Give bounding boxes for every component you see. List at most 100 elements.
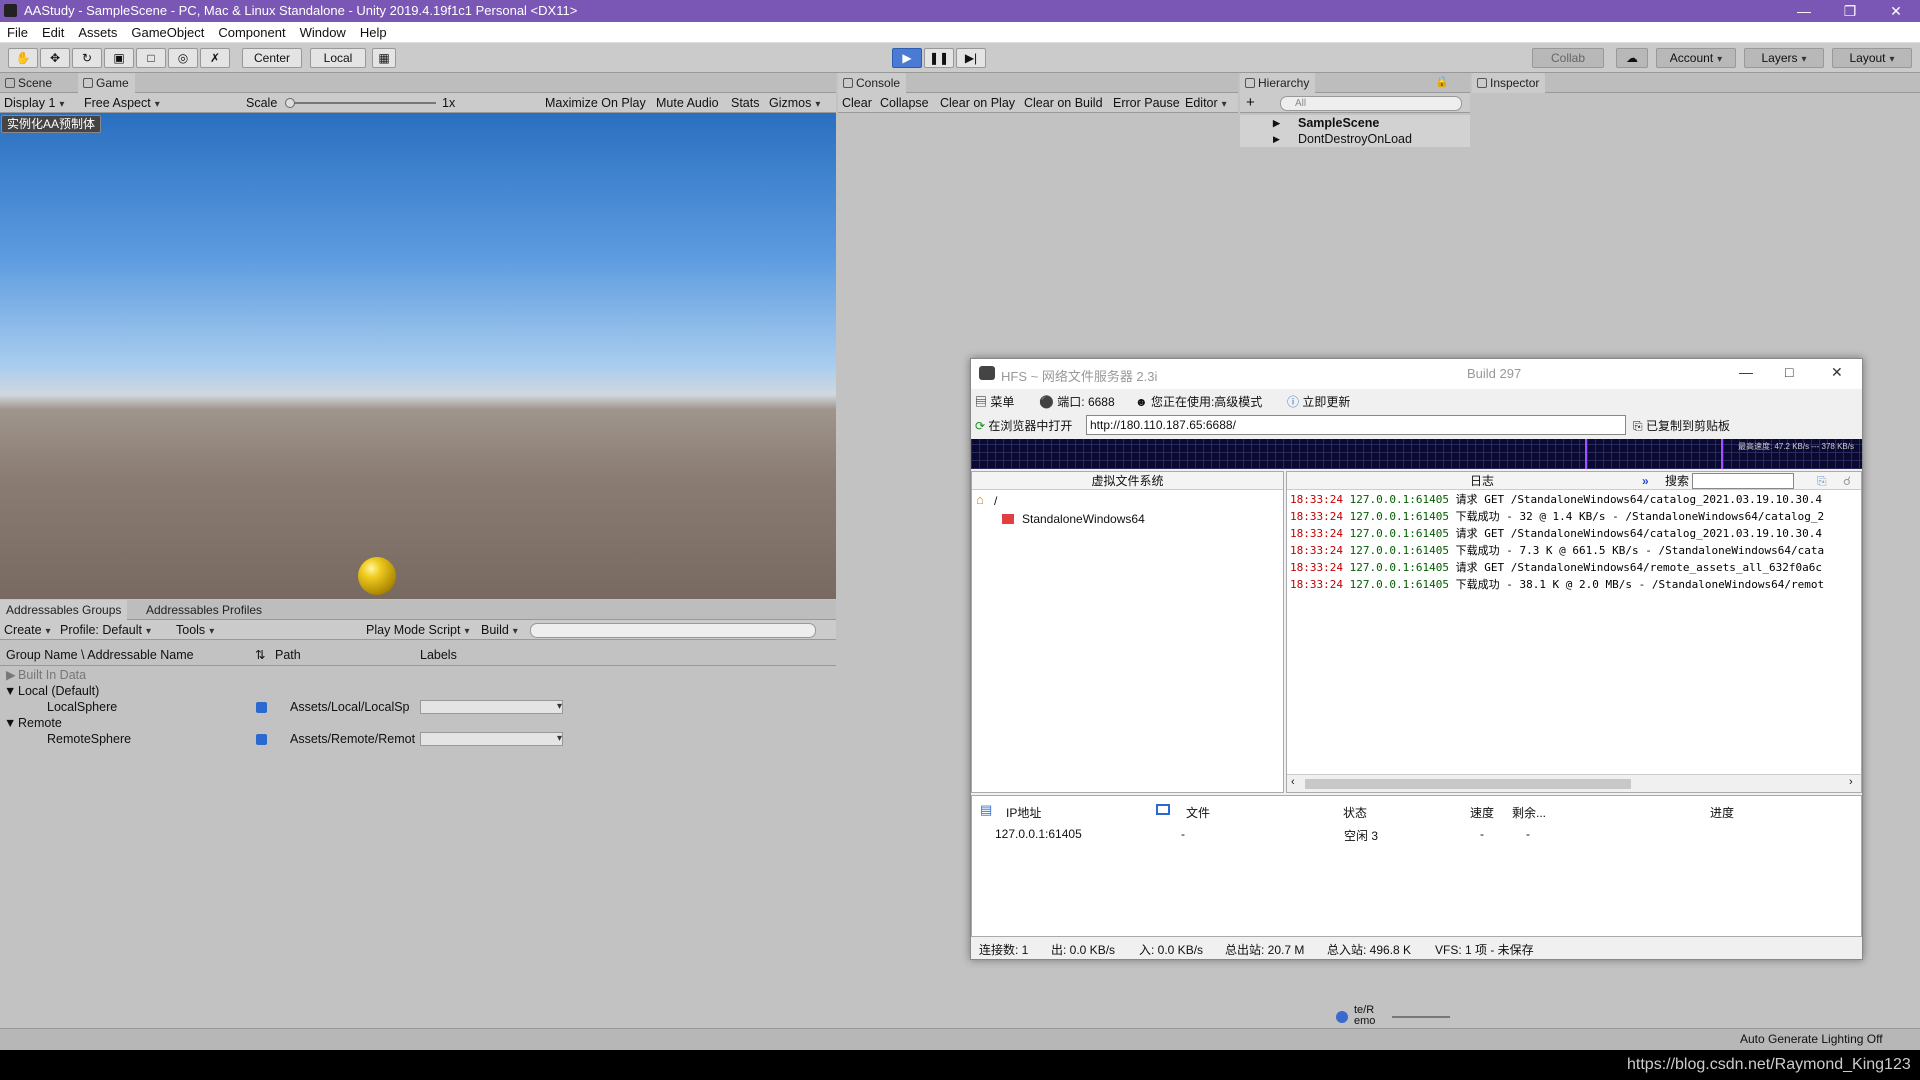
account-dropdown[interactable]: Account xyxy=(1656,48,1736,68)
profile-dropdown[interactable]: Profile: Default xyxy=(60,620,151,640)
table-row[interactable]: ▼ Local (Default) xyxy=(0,683,836,699)
rect-tool-icon[interactable]: □ xyxy=(136,48,166,68)
col-name-header[interactable]: Group Name \ Addressable Name xyxy=(6,644,194,666)
hfs-update-button[interactable]: ⓘ 立即更新 xyxy=(1287,393,1350,411)
hfs-port-button[interactable]: ⚫ 端口: 6688 xyxy=(1039,393,1115,411)
stats-toggle[interactable]: Stats xyxy=(731,93,760,113)
bottom-slider[interactable] xyxy=(1392,1016,1450,1018)
conn-ip[interactable]: 127.0.0.1:61405 xyxy=(995,827,1082,841)
vfs-folder[interactable]: StandaloneWindows64 xyxy=(1022,512,1145,526)
hfs-open-browser-button[interactable]: ⟳ 在浏览器中打开 xyxy=(975,417,1072,435)
scale-tool-icon[interactable]: ▣ xyxy=(104,48,134,68)
expand-icon[interactable]: ▶ xyxy=(1273,115,1280,131)
hfs-close-button[interactable]: ✕ xyxy=(1831,364,1843,381)
labels-dropdown[interactable] xyxy=(420,732,563,746)
step-button[interactable]: ▶| xyxy=(956,48,986,68)
scroll-thumb[interactable] xyxy=(1305,779,1631,789)
expand-icon[interactable]: ▶ xyxy=(6,667,16,683)
create-dropdown[interactable]: Create xyxy=(4,620,51,640)
instantiate-prefab-button[interactable]: 实例化AA预制体 xyxy=(1,115,102,133)
clear-on-build-toggle[interactable]: Clear on Build xyxy=(1024,93,1103,113)
collab-button[interactable]: Collab xyxy=(1532,48,1604,68)
custom-tool-icon[interactable]: ✗ xyxy=(200,48,230,68)
sort-icon[interactable]: ⇅ xyxy=(255,644,265,666)
game-view[interactable] xyxy=(0,113,836,599)
conn-remain-header[interactable]: 剩余... xyxy=(1512,804,1546,821)
copy-icon[interactable]: ⎘ xyxy=(1817,472,1827,490)
hfs-mode-button[interactable]: ☻ 您正在使用:高级模式 xyxy=(1135,393,1262,411)
play-button[interactable]: ▶ xyxy=(892,48,922,68)
hfs-minimize-button[interactable]: — xyxy=(1739,364,1753,380)
table-row[interactable]: ▶ Built In Data xyxy=(0,667,836,683)
rotate-tool-icon[interactable]: ↻ xyxy=(72,48,102,68)
tab-scene[interactable]: Scene xyxy=(0,73,58,93)
find-icon[interactable]: ☌ xyxy=(1843,472,1851,490)
lock-icon[interactable]: 🔒 xyxy=(1435,75,1449,88)
pivot-local-button[interactable]: Local xyxy=(310,48,366,68)
hfs-maximize-button[interactable]: □ xyxy=(1785,364,1793,380)
scroll-right-icon[interactable]: › xyxy=(1849,776,1853,788)
gizmos-dropdown[interactable]: Gizmos xyxy=(769,93,820,113)
conn-speed-header[interactable]: 速度 xyxy=(1470,804,1494,821)
collapse-icon[interactable]: ▼ xyxy=(4,683,16,699)
layers-dropdown[interactable]: Layers xyxy=(1744,48,1824,68)
col-path-header[interactable]: Path xyxy=(275,644,301,666)
hierarchy-search-input[interactable]: All xyxy=(1280,96,1462,111)
hfs-menu-button[interactable]: ▤ 菜单 xyxy=(975,393,1014,411)
tab-addressables-profiles[interactable]: Addressables Profiles xyxy=(140,600,268,620)
log-hscrollbar[interactable]: ‹ › xyxy=(1287,774,1861,792)
display-dropdown[interactable]: Display 1 xyxy=(4,93,64,113)
scale-slider[interactable] xyxy=(288,102,436,104)
col-labels-header[interactable]: Labels xyxy=(420,644,457,666)
error-pause-toggle[interactable]: Error Pause xyxy=(1113,93,1180,113)
transform-tool-icon[interactable]: ◎ xyxy=(168,48,198,68)
tab-inspector[interactable]: Inspector xyxy=(1472,73,1546,93)
menu-window[interactable]: Window xyxy=(293,22,353,40)
conn-file-header[interactable]: 文件 xyxy=(1186,804,1210,821)
addressables-search-input[interactable] xyxy=(530,623,816,638)
layout-dropdown[interactable]: Layout xyxy=(1832,48,1912,68)
table-row[interactable]: ▼ Remote xyxy=(0,715,836,731)
cloud-icon[interactable]: ☁ xyxy=(1616,48,1648,68)
vfs-root[interactable]: / xyxy=(994,494,997,508)
conn-progress-header[interactable]: 进度 xyxy=(1710,804,1734,821)
pause-button[interactable]: ❚❚ xyxy=(924,48,954,68)
lighting-status[interactable]: Auto Generate Lighting Off xyxy=(1740,1032,1883,1046)
labels-dropdown[interactable] xyxy=(420,700,563,714)
menu-file[interactable]: File xyxy=(0,22,35,40)
console-collapse-button[interactable]: Collapse xyxy=(880,93,929,113)
log-search-input[interactable] xyxy=(1692,473,1794,489)
move-tool-icon[interactable]: ✥ xyxy=(40,48,70,68)
add-icon[interactable]: + xyxy=(1246,93,1255,113)
play-mode-script-dropdown[interactable]: Play Mode Script xyxy=(366,620,470,640)
aspect-dropdown[interactable]: Free Aspect xyxy=(84,93,234,113)
expand-arrows-icon[interactable]: » xyxy=(1642,472,1649,490)
menu-help[interactable]: Help xyxy=(353,22,394,40)
table-row[interactable]: RemoteSphere Assets/Remote/Remot xyxy=(0,731,836,747)
expand-icon[interactable]: ▶ xyxy=(1273,131,1280,147)
table-row[interactable]: LocalSphere Assets/Local/LocalSp xyxy=(0,699,836,715)
mute-audio-toggle[interactable]: Mute Audio xyxy=(656,93,719,113)
hfs-url-field[interactable]: http://180.110.187.65:6688/ xyxy=(1086,415,1626,435)
clear-on-play-toggle[interactable]: Clear on Play xyxy=(940,93,1015,113)
close-button[interactable]: ✕ xyxy=(1874,0,1918,22)
console-clear-button[interactable]: Clear xyxy=(842,93,872,113)
tab-hierarchy[interactable]: Hierarchy xyxy=(1240,73,1316,93)
pivot-center-button[interactable]: Center xyxy=(242,48,302,68)
build-dropdown[interactable]: Build xyxy=(481,620,518,640)
radio-icon[interactable] xyxy=(1336,1011,1348,1023)
minimize-button[interactable]: — xyxy=(1782,0,1826,22)
menu-assets[interactable]: Assets xyxy=(71,22,124,40)
restore-button[interactable]: ❐ xyxy=(1828,0,1872,22)
maximize-on-play-toggle[interactable]: Maximize On Play xyxy=(545,93,646,113)
scale-slider-thumb[interactable] xyxy=(285,98,295,108)
menu-gameobject[interactable]: GameObject xyxy=(124,22,211,40)
hand-tool-icon[interactable]: ✋ xyxy=(8,48,38,68)
editor-dropdown[interactable]: Editor xyxy=(1185,93,1227,113)
conn-state-header[interactable]: 状态 xyxy=(1343,804,1367,821)
grid-snap-icon[interactable]: ▦ xyxy=(372,48,396,68)
hierarchy-item[interactable]: ▶ SampleScene xyxy=(1240,115,1470,131)
scroll-left-icon[interactable]: ‹ xyxy=(1291,776,1295,788)
collapse-icon[interactable]: ▼ xyxy=(4,715,16,731)
tab-addressables-groups[interactable]: Addressables Groups xyxy=(0,600,128,620)
